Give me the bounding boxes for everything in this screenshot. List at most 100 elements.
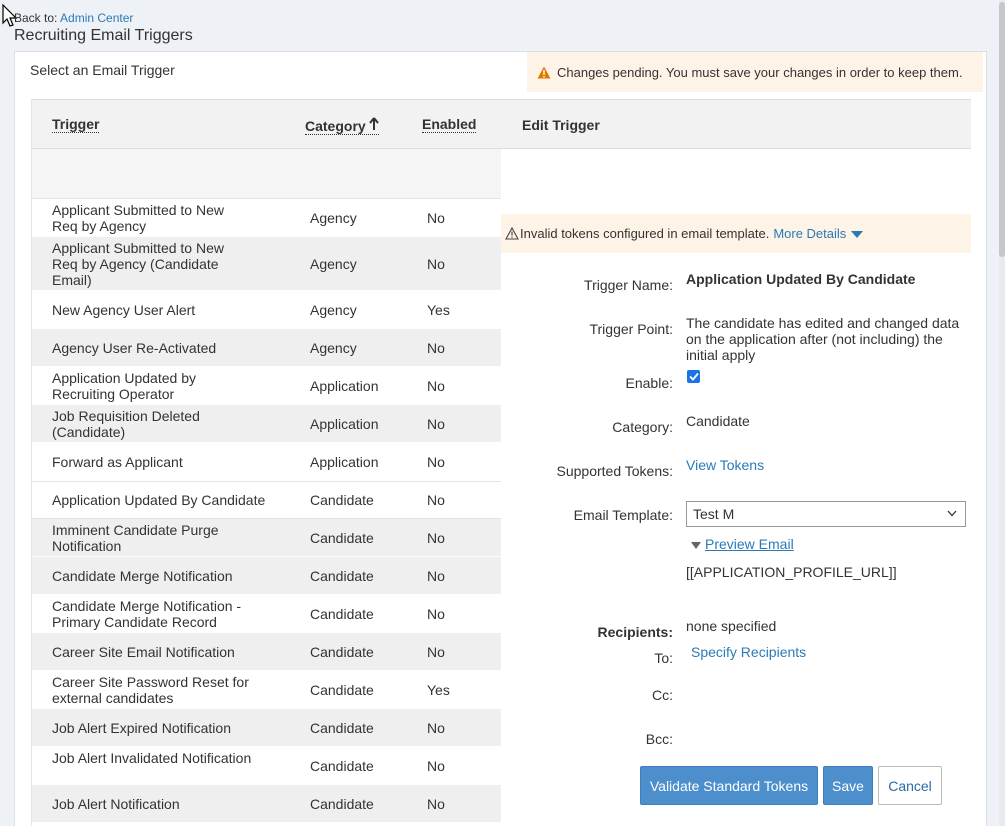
page-title: Recruiting Email Triggers — [14, 27, 193, 44]
trigger-cell: Imminent Candidate Purge Notification — [52, 522, 219, 554]
category-header-label: Category — [305, 118, 366, 134]
enabled-cell: No — [427, 644, 445, 660]
cc-label: Cc: — [652, 687, 673, 703]
view-tokens-link[interactable]: View Tokens — [686, 457, 764, 473]
bcc-label: Bcc: — [645, 731, 673, 747]
sort-ascending-icon — [368, 117, 379, 130]
enabled-cell: No — [427, 606, 445, 622]
category-cell: Candidate — [310, 682, 374, 698]
chevron-down-icon — [947, 510, 957, 517]
enabled-cell: No — [427, 210, 445, 226]
table-row[interactable]: Imminent Candidate Purge Notification Ca… — [32, 519, 501, 557]
trigger-cell: Job Requisition Deleted (Candidate) — [52, 408, 200, 440]
supported-tokens-label: Supported Tokens: — [556, 463, 674, 479]
trigger-cell: Forward as Applicant — [52, 454, 183, 470]
table-row[interactable]: New Agency User Alert Agency Yes — [32, 291, 501, 329]
table-row[interactable]: Applicant Submitted to New Req by Agency… — [32, 237, 501, 291]
table-row[interactable]: Career Site Password Reset for external … — [32, 671, 501, 709]
more-details-label: More Details — [773, 226, 847, 241]
table-header: Trigger Category Enabled — [32, 99, 501, 149]
email-template-label: Email Template: — [573, 507, 673, 523]
category-cell: Agency — [310, 302, 357, 318]
edit-trigger-heading: Edit Trigger — [501, 99, 971, 149]
category-cell: Agency — [310, 340, 357, 356]
trigger-cell: New Agency User Alert — [52, 302, 196, 318]
edit-trigger-panel: Edit Trigger Invalid tokens configured i… — [501, 99, 971, 826]
table-row[interactable]: Job Alert Invalidated Notification Candi… — [32, 747, 501, 785]
category-cell: Agency — [310, 210, 357, 226]
category-cell: Application — [310, 378, 379, 394]
category-cell: Candidate — [310, 568, 374, 584]
preview-email-toggle[interactable]: Preview Email — [691, 536, 794, 552]
table-row[interactable]: Job Requisition Deleted (Candidate) Appl… — [32, 405, 501, 443]
to-label: To: — [654, 650, 673, 666]
trigger-cell: Career Site Password Reset for external … — [52, 674, 249, 706]
table-row[interactable]: Job Alert Expired Notification Candidate… — [32, 709, 501, 747]
column-header-enabled[interactable]: Enabled — [422, 117, 477, 133]
table-row[interactable]: Candidate Merge Notification - Primary C… — [32, 595, 501, 633]
enabled-cell: No — [427, 454, 445, 470]
column-header-category[interactable]: Category — [305, 117, 379, 135]
enabled-cell: No — [427, 720, 445, 736]
category-cell: Candidate — [310, 720, 374, 736]
cancel-button[interactable]: Cancel — [878, 766, 942, 805]
column-header-trigger[interactable]: Trigger — [52, 117, 100, 133]
validate-tokens-button[interactable]: Validate Standard Tokens — [640, 766, 818, 805]
trigger-cell: Job Alert Notification — [52, 796, 180, 812]
select-trigger-label: Select an Email Trigger — [30, 62, 175, 78]
enabled-cell: No — [427, 340, 445, 356]
checkmark-icon — [688, 372, 699, 381]
category-cell: Candidate — [310, 796, 374, 812]
preview-email-label: Preview Email — [705, 536, 794, 552]
table-row[interactable]: Agency User Re-Activated Agency No — [32, 329, 501, 367]
trigger-table: Trigger Category Enabled Applicant Submi… — [31, 99, 501, 826]
category-label: Category: — [612, 419, 673, 435]
table-row[interactable]: Applicant Submitted to New Req by Agency… — [32, 199, 501, 237]
warning-icon — [537, 66, 551, 78]
invalid-tokens-text: Invalid tokens configured in email templ… — [520, 226, 770, 241]
table-row-selected[interactable]: Application Updated By Candidate Candida… — [32, 481, 501, 519]
page-scrollbar[interactable] — [999, 0, 1005, 826]
enabled-cell: No — [427, 796, 445, 812]
recipients-label: Recipients: — [597, 624, 673, 640]
enabled-cell: No — [427, 530, 445, 546]
trigger-cell: Application Updated by Recruiting Operat… — [52, 370, 196, 402]
admin-center-link[interactable]: Admin Center — [60, 11, 133, 25]
recipients-value: none specified — [686, 618, 777, 634]
enable-checkbox[interactable] — [687, 370, 700, 383]
enabled-cell: No — [427, 416, 445, 432]
specify-recipients-link[interactable]: Specify Recipients — [691, 644, 806, 660]
trigger-cell: Career Site Email Notification — [52, 644, 235, 660]
table-row[interactable]: Candidate Merge Notification Candidate N… — [32, 557, 501, 595]
category-cell: Candidate — [310, 606, 374, 622]
trigger-cell: Candidate Merge Notification — [52, 568, 233, 584]
enabled-cell: No — [427, 378, 445, 394]
scrollbar-thumb[interactable] — [999, 2, 1005, 257]
trigger-cell: Job Alert Expired Notification — [52, 720, 231, 736]
enabled-cell: No — [427, 492, 445, 508]
table-row[interactable]: Forward as Applicant Application No — [32, 443, 501, 481]
table-row[interactable]: Application Updated by Recruiting Operat… — [32, 367, 501, 405]
trigger-cell: Applicant Submitted to New Req by Agency… — [52, 240, 224, 288]
category-cell: Candidate — [310, 530, 374, 546]
trigger-point-label: Trigger Point: — [589, 321, 673, 337]
trigger-cell: Candidate Merge Notification - Primary C… — [52, 598, 242, 630]
email-template-value: Test M — [693, 506, 735, 522]
changes-pending-banner: Changes pending. You must save your chan… — [527, 52, 983, 92]
table-row[interactable]: Career Site Email Notification Candidate… — [32, 633, 501, 671]
save-button[interactable]: Save — [823, 766, 873, 805]
trigger-name-label: Trigger Name: — [584, 277, 673, 293]
pending-text: Changes pending. You must save your chan… — [557, 64, 963, 80]
trigger-point-value: The candidate has edited and changed dat… — [686, 315, 960, 363]
enabled-cell: No — [427, 758, 445, 774]
trigger-cell: Agency User Re-Activated — [52, 340, 217, 356]
trigger-cell: Applicant Submitted to New Req by Agency — [52, 202, 224, 234]
trigger-cell: Job Alert Invalidated Notification — [52, 750, 252, 766]
caret-down-icon — [851, 231, 864, 239]
more-details-link[interactable]: More Details — [773, 226, 864, 241]
table-row[interactable]: Job Alert Notification Candidate No — [32, 785, 501, 823]
trigger-name-value: Application Updated By Candidate — [686, 271, 916, 287]
email-template-select[interactable]: Test M — [686, 501, 966, 527]
category-cell: Application — [310, 416, 379, 432]
email-trigger-card: Select an Email Trigger Changes pending.… — [14, 51, 987, 826]
